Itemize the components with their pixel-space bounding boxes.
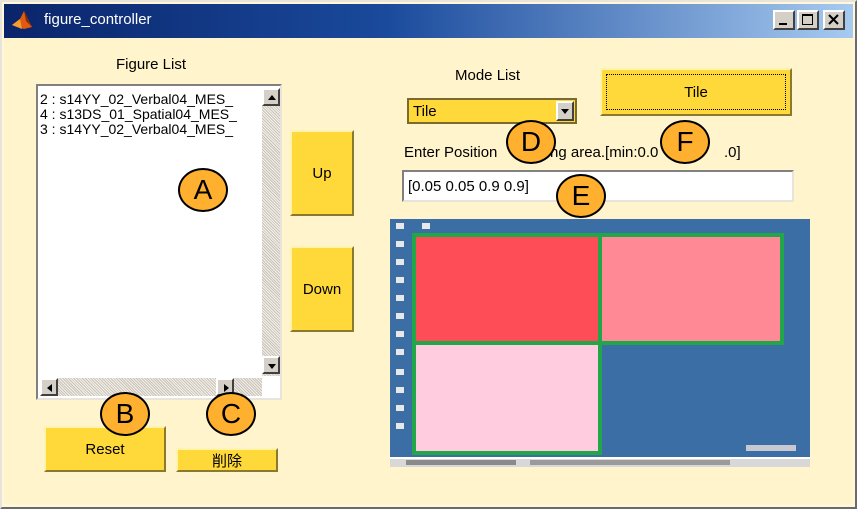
tile-preview-image [390,219,810,467]
scroll-down-button[interactable] [262,356,280,374]
dropdown-button[interactable] [556,101,574,121]
position-label-end: .0] [724,144,741,161]
main-panel: Figure List 2 : s14YY_02_Verbal04_MES_ 4… [4,38,853,504]
reset-button[interactable]: Reset [44,426,166,472]
vertical-scrollbar[interactable] [262,88,280,376]
position-label-tail: ng area.[min:0.0 [550,144,659,161]
matlab-icon [12,11,32,29]
tile-button[interactable]: Tile [600,68,792,116]
annotation-marker-b: B [100,392,150,436]
annotation-marker-c: C [206,392,256,436]
annotation-marker-a: A [178,168,228,212]
annotation-marker-f: F [660,120,710,164]
figure-controller-window: figure_controller Figure List 2 : s14YY_… [0,0,857,509]
list-item[interactable]: 3 : s14YY_02_Verbal04_MES_ [40,122,256,137]
mode-list-label: Mode List [455,67,521,84]
scroll-left-button[interactable] [40,378,58,396]
chevron-down-icon [561,109,569,114]
figure-list-label: Figure List [116,56,187,73]
annotation-marker-d: D [506,120,556,164]
figure-listbox[interactable]: 2 : s14YY_02_Verbal04_MES_ 4 : s13DS_01_… [36,84,282,400]
scroll-up-button[interactable] [262,88,280,106]
maximize-button[interactable] [797,10,819,30]
arrow-up-icon [268,95,276,100]
arrow-down-icon [268,364,276,369]
maximize-icon [802,14,813,25]
mode-selected-value: Tile [413,103,437,120]
position-label: Enter Position [404,144,498,161]
down-button[interactable]: Down [290,246,354,332]
close-button[interactable] [823,10,845,30]
list-item[interactable]: 2 : s14YY_02_Verbal04_MES_ [40,92,256,107]
annotation-marker-e: E [556,174,606,218]
window-title: figure_controller [44,11,152,28]
mode-dropdown[interactable]: Tile [407,98,577,124]
arrow-left-icon [47,384,52,392]
minimize-icon [779,23,787,25]
title-bar[interactable]: figure_controller [4,4,853,38]
up-button[interactable]: Up [290,130,354,216]
list-item[interactable]: 4 : s13DS_01_Spatial04_MES_ [40,107,256,122]
close-icon [828,14,839,25]
delete-button[interactable]: 削除 [176,448,278,472]
minimize-button[interactable] [773,10,795,30]
tile-button-focus-frame [606,74,786,110]
